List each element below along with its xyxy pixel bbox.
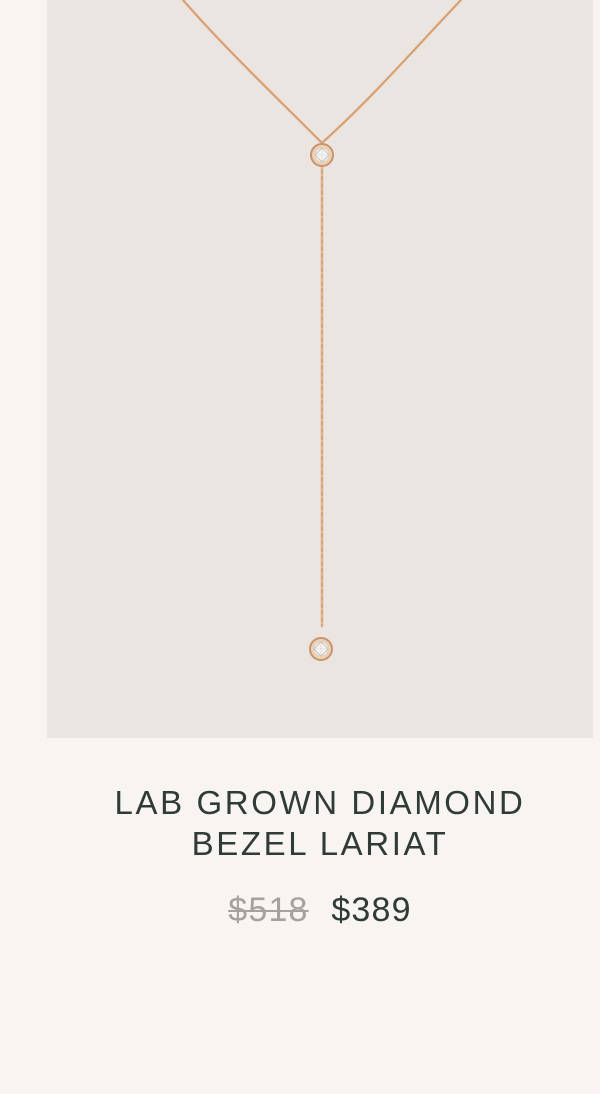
product-card[interactable]: LAB GROWN DIAMOND BEZEL LARIAT $518 $389	[0, 0, 600, 1094]
necklace-chain	[181, 0, 463, 628]
price-row: $518 $389	[40, 888, 600, 932]
original-price: $518	[228, 891, 309, 929]
product-title-link[interactable]: LAB GROWN DIAMOND BEZEL LARIAT	[40, 782, 600, 864]
sale-price: $389	[331, 891, 412, 929]
product-image-link[interactable]	[47, 0, 593, 738]
product-title-line-1: LAB GROWN DIAMOND	[114, 784, 526, 821]
diamond-bezel-bottom	[309, 637, 333, 661]
necklace-image	[181, 0, 463, 661]
product-title-line-2: BEZEL LARIAT	[191, 825, 449, 862]
diamond-bezel-top	[310, 143, 334, 167]
